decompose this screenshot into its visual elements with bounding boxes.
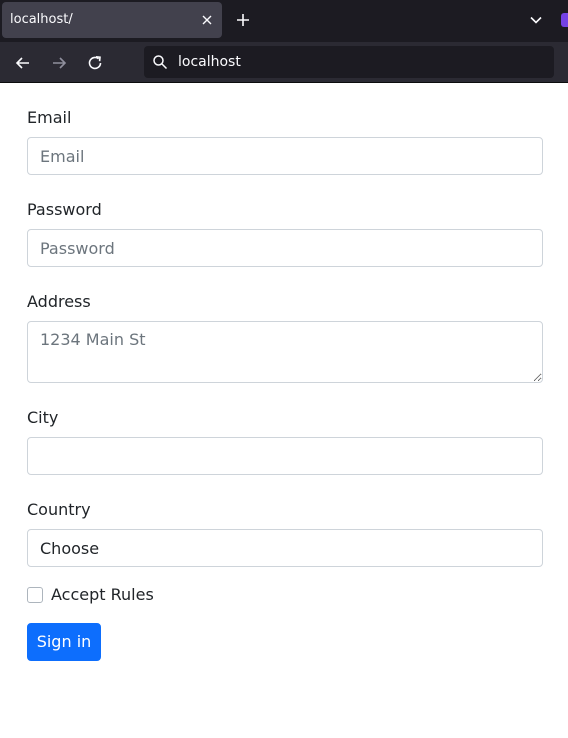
back-arrow-icon[interactable]	[14, 54, 32, 72]
email-label: Email	[27, 108, 72, 127]
accept-rules-checkbox[interactable]	[27, 587, 43, 603]
password-input[interactable]	[27, 229, 543, 267]
forward-arrow-icon[interactable]	[50, 54, 68, 72]
reload-icon[interactable]	[86, 54, 104, 72]
country-selected-value: Choose	[40, 539, 100, 558]
password-label: Password	[27, 200, 102, 219]
city-label: City	[27, 408, 59, 427]
address-textarea[interactable]	[27, 321, 543, 383]
chrome-divider	[0, 82, 568, 83]
url-bar[interactable]: localhost	[144, 46, 554, 78]
country-select[interactable]: Choose	[27, 529, 543, 567]
search-icon	[153, 55, 168, 70]
accept-rules-label[interactable]: Accept Rules	[51, 585, 154, 604]
browser-toolbar: localhost	[0, 42, 568, 82]
sign-in-button[interactable]: Sign in	[27, 623, 101, 661]
browser-tab-bar: localhost/	[0, 0, 568, 42]
city-input[interactable]	[27, 437, 543, 475]
browser-tab-active[interactable]: localhost/	[2, 2, 222, 38]
tab-title: localhost/	[10, 12, 73, 27]
plus-icon[interactable]	[234, 11, 252, 29]
url-text: localhost	[178, 54, 241, 70]
email-input[interactable]	[27, 137, 543, 175]
extension-icon[interactable]	[561, 13, 568, 27]
address-label: Address	[27, 292, 91, 311]
country-label: Country	[27, 500, 91, 519]
chevron-down-icon[interactable]	[528, 12, 544, 28]
close-icon[interactable]	[198, 11, 216, 29]
